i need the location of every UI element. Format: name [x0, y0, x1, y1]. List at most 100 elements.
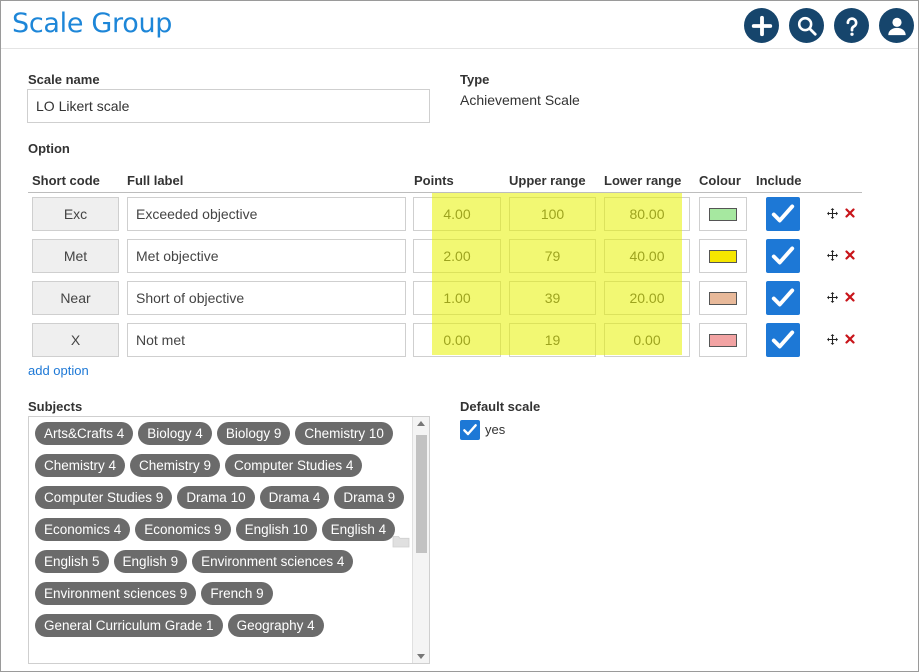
plus-icon: [751, 15, 772, 36]
option-section-label: Option: [28, 141, 70, 156]
colour-swatch: [709, 207, 737, 221]
option-row: Met Met objective 2.00 79 40.00: [1, 239, 919, 273]
colour-swatch: [709, 333, 737, 347]
colour-picker[interactable]: [699, 197, 747, 231]
colour-picker[interactable]: [699, 281, 747, 315]
delete-icon[interactable]: [845, 334, 855, 344]
delete-icon[interactable]: [845, 292, 855, 302]
search-icon: [797, 16, 817, 36]
upper-range-field[interactable]: 39: [509, 281, 596, 315]
points-field[interactable]: 0.00: [413, 323, 501, 357]
check-icon: [463, 424, 477, 436]
check-icon: [771, 204, 795, 223]
scroll-up-arrow[interactable]: [417, 421, 425, 426]
lower-range-field[interactable]: 20.00: [604, 281, 690, 315]
include-checkbox[interactable]: [766, 239, 800, 273]
move-icon[interactable]: [827, 292, 838, 303]
points-field[interactable]: 2.00: [413, 239, 501, 273]
include-checkbox[interactable]: [766, 281, 800, 315]
option-row: Near Short of objective 1.00 39 20.00: [1, 281, 919, 315]
add-option-link[interactable]: add option: [28, 363, 89, 378]
full-label-field[interactable]: Exceeded objective: [127, 197, 406, 231]
lower-range-field[interactable]: 0.00: [604, 323, 690, 357]
scale-name-label: Scale name: [28, 72, 100, 87]
subject-tag[interactable]: Chemistry 9: [130, 454, 221, 477]
upper-range-field[interactable]: 79: [509, 239, 596, 273]
scale-name-input[interactable]: LO Likert scale: [27, 89, 430, 123]
move-icon[interactable]: [827, 334, 838, 345]
subject-tag[interactable]: Drama 10: [177, 486, 255, 509]
user-icon: [887, 17, 906, 35]
user-button[interactable]: [879, 8, 914, 43]
full-label-field[interactable]: Not met: [127, 323, 406, 357]
full-label-field[interactable]: Short of objective: [127, 281, 406, 315]
short-code-field[interactable]: X: [32, 323, 119, 357]
check-icon: [771, 330, 795, 349]
subjects-list[interactable]: Arts&Crafts 4 Biology 4 Biology 9 Chemistry…: [28, 416, 430, 664]
subject-tag[interactable]: Economics 9: [135, 518, 231, 541]
upper-range-field[interactable]: 19: [509, 323, 596, 357]
colour-picker[interactable]: [699, 323, 747, 357]
scroll-thumb[interactable]: [416, 435, 427, 553]
folder-icon: [392, 536, 410, 548]
subject-tag[interactable]: English 10: [235, 518, 317, 541]
subject-tag[interactable]: Environment sciences 4: [192, 550, 354, 573]
subject-tag[interactable]: Computer Studies 9: [35, 486, 173, 509]
add-button[interactable]: [744, 8, 779, 43]
col-points: Points: [414, 173, 454, 188]
scroll-down-arrow[interactable]: [417, 654, 425, 659]
include-checkbox[interactable]: [766, 323, 800, 357]
delete-icon[interactable]: [845, 250, 855, 260]
subject-tag[interactable]: Arts&Crafts 4: [35, 422, 134, 445]
check-icon: [771, 288, 795, 307]
subject-tag[interactable]: Geography 4: [227, 614, 324, 637]
full-label-field[interactable]: Met objective: [127, 239, 406, 273]
col-upper-range: Upper range: [509, 173, 586, 188]
subject-tag[interactable]: French 9: [201, 582, 273, 605]
subject-tag[interactable]: Drama 4: [259, 486, 330, 509]
page-title: Scale Group: [12, 8, 173, 39]
subject-tag[interactable]: Chemistry 4: [35, 454, 126, 477]
delete-icon[interactable]: [845, 208, 855, 218]
lower-range-field[interactable]: 80.00: [604, 197, 690, 231]
col-colour: Colour: [699, 173, 741, 188]
option-row: X Not met 0.00 19 0.00: [1, 323, 919, 357]
lower-range-field[interactable]: 40.00: [604, 239, 690, 273]
subjects-label: Subjects: [28, 399, 83, 414]
subject-tag[interactable]: Environment sciences 9: [35, 582, 197, 605]
check-icon: [771, 246, 795, 265]
subject-tag[interactable]: General Curriculum Grade 1: [35, 614, 223, 637]
col-lower-range: Lower range: [604, 173, 682, 188]
points-field[interactable]: 1.00: [413, 281, 501, 315]
subject-tag[interactable]: Drama 9: [334, 486, 405, 509]
help-button[interactable]: [834, 8, 869, 43]
default-scale-checkbox[interactable]: [460, 420, 480, 440]
move-icon[interactable]: [827, 250, 838, 261]
subject-tag[interactable]: English 5: [35, 550, 109, 573]
type-value: Achievement Scale: [460, 92, 580, 108]
search-button[interactable]: [789, 8, 824, 43]
subject-tags: Arts&Crafts 4 Biology 4 Biology 9 Chemistry…: [35, 422, 410, 637]
include-checkbox[interactable]: [766, 197, 800, 231]
col-short-code: Short code: [32, 173, 100, 188]
upper-range-field[interactable]: 100: [509, 197, 596, 231]
short-code-field[interactable]: Met: [32, 239, 119, 273]
subject-tag[interactable]: Computer Studies 4: [225, 454, 363, 477]
scrollbar[interactable]: [412, 417, 429, 663]
col-include: Include: [756, 173, 802, 188]
table-header-divider: [28, 192, 862, 193]
subject-tag[interactable]: English 9: [113, 550, 188, 573]
subject-tag[interactable]: English 4: [321, 518, 396, 541]
header-bar: Scale Group: [1, 1, 918, 49]
points-field[interactable]: 4.00: [413, 197, 501, 231]
short-code-field[interactable]: Near: [32, 281, 119, 315]
move-icon[interactable]: [827, 208, 838, 219]
short-code-field[interactable]: Exc: [32, 197, 119, 231]
type-label: Type: [460, 72, 490, 87]
colour-picker[interactable]: [699, 239, 747, 273]
subject-tag[interactable]: Chemistry 10: [295, 422, 393, 445]
subject-tag[interactable]: Biology 9: [216, 422, 291, 445]
colour-swatch: [709, 291, 737, 305]
subject-tag[interactable]: Economics 4: [35, 518, 131, 541]
subject-tag[interactable]: Biology 4: [138, 422, 212, 445]
